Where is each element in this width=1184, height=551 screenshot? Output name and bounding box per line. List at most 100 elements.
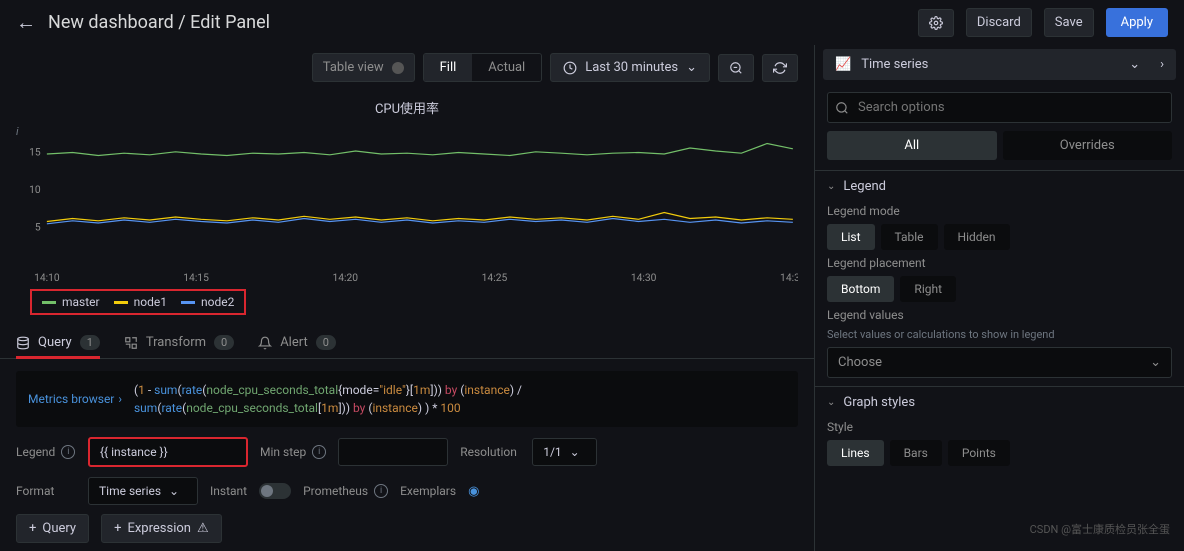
metrics-browser-link[interactable]: Metrics browser › bbox=[28, 381, 122, 417]
legend-values-label: Legend values bbox=[827, 308, 1172, 322]
page-title: New dashboard / Edit Panel bbox=[48, 12, 270, 33]
legend-item[interactable]: node2 bbox=[181, 295, 234, 309]
svg-text:14:15: 14:15 bbox=[183, 273, 209, 284]
legend-item[interactable]: master bbox=[42, 295, 100, 309]
legend-mode-label: Legend mode bbox=[827, 204, 1172, 218]
refresh-icon bbox=[773, 61, 787, 75]
tab-query-badge: 1 bbox=[80, 335, 100, 350]
table-view-label: Table view bbox=[323, 60, 384, 75]
chevron-right-icon: › bbox=[118, 392, 122, 406]
query-code-block[interactable]: Metrics browser › (1 - sum(rate(node_cpu… bbox=[16, 371, 798, 427]
warning-icon: ⚠ bbox=[197, 521, 209, 536]
actual-option[interactable]: Actual bbox=[472, 54, 541, 81]
svg-text:14:35: 14:35 bbox=[780, 273, 798, 284]
tab-overrides[interactable]: Overrides bbox=[1003, 131, 1173, 160]
eye-icon[interactable]: ◉ bbox=[468, 484, 479, 499]
tab-alert-badge: 0 bbox=[316, 335, 336, 350]
info-icon: i bbox=[16, 125, 19, 138]
legend-input[interactable] bbox=[88, 437, 248, 467]
radio-option-bottom[interactable]: Bottom bbox=[827, 276, 894, 302]
legend-values-select[interactable]: Choose⌄ bbox=[827, 347, 1172, 378]
search-icon bbox=[835, 101, 849, 115]
legend-values-desc: Select values or calculations to show in… bbox=[827, 328, 1172, 341]
radio-option-list[interactable]: List bbox=[827, 224, 875, 250]
add-expression-button[interactable]: +Expression ⚠ bbox=[101, 514, 222, 543]
tab-query-label: Query bbox=[38, 335, 72, 350]
discard-button[interactable]: Discard bbox=[966, 8, 1032, 37]
legend-label: Legendi bbox=[16, 445, 76, 459]
minstep-label: Min stepi bbox=[260, 445, 326, 459]
chevron-down-icon: ⌄ bbox=[686, 60, 697, 75]
line-chart[interactable]: 5101514:1014:1514:2014:2514:3014:35 bbox=[16, 125, 798, 285]
zoom-out-icon bbox=[729, 61, 743, 75]
plus-icon: + bbox=[114, 521, 121, 536]
settings-button[interactable] bbox=[918, 9, 954, 37]
legend-item[interactable]: node1 bbox=[114, 295, 167, 309]
radio-option-right[interactable]: Right bbox=[900, 276, 956, 302]
plus-icon: + bbox=[29, 521, 36, 536]
format-select[interactable]: Time series⌄ bbox=[88, 477, 198, 505]
svg-text:14:20: 14:20 bbox=[332, 273, 358, 284]
legend-text: master bbox=[62, 295, 100, 309]
search-options-input[interactable] bbox=[827, 92, 1172, 123]
clock-icon bbox=[563, 61, 577, 75]
svg-text:5: 5 bbox=[35, 223, 41, 234]
legend-swatch bbox=[181, 301, 195, 304]
tab-alert[interactable]: Alert 0 bbox=[258, 327, 336, 358]
legend-text: node2 bbox=[201, 295, 234, 309]
format-label: Format bbox=[16, 484, 76, 498]
database-icon bbox=[16, 336, 30, 350]
visualization-picker[interactable]: 📈 Time series ⌄ › bbox=[823, 49, 1176, 80]
tab-all[interactable]: All bbox=[827, 131, 997, 160]
time-range-label: Last 30 minutes bbox=[585, 60, 678, 75]
legend-text: node1 bbox=[134, 295, 167, 309]
tab-query[interactable]: Query 1 bbox=[16, 327, 100, 358]
tab-alert-label: Alert bbox=[280, 335, 308, 350]
refresh-button[interactable] bbox=[762, 54, 798, 82]
radio-option-bars[interactable]: Bars bbox=[890, 440, 942, 466]
graph-styles-section-header[interactable]: ⌄ Graph styles bbox=[827, 395, 1172, 410]
back-arrow-icon[interactable]: ← bbox=[16, 10, 36, 35]
info-circle-icon: i bbox=[312, 445, 326, 459]
svg-text:14:25: 14:25 bbox=[482, 273, 508, 284]
save-button[interactable]: Save bbox=[1044, 8, 1094, 37]
zoom-out-button[interactable] bbox=[718, 54, 754, 82]
prometheus-label: Prometheusi bbox=[303, 484, 388, 498]
query-code-text: (1 - sum(rate(node_cpu_seconds_total{mod… bbox=[134, 381, 522, 417]
table-view-toggle[interactable]: Table view bbox=[312, 53, 415, 82]
exemplars-label: Exemplars bbox=[400, 484, 456, 498]
transform-icon bbox=[124, 336, 138, 350]
graph-styles-section-title: Graph styles bbox=[843, 395, 915, 410]
switch-dot-icon bbox=[392, 62, 404, 74]
chevron-down-icon: ⌄ bbox=[169, 484, 179, 498]
tab-transform[interactable]: Transform 0 bbox=[124, 327, 234, 358]
tab-transform-label: Transform bbox=[146, 335, 206, 350]
chevron-down-icon: ⌄ bbox=[827, 181, 835, 192]
visualization-name: Time series bbox=[861, 57, 1119, 72]
radio-option-lines[interactable]: Lines bbox=[827, 440, 884, 466]
chart-icon: 📈 bbox=[835, 57, 851, 72]
gear-icon bbox=[929, 16, 943, 30]
fill-option[interactable]: Fill bbox=[424, 54, 473, 81]
chevron-down-icon: ⌄ bbox=[1129, 57, 1140, 72]
style-label: Style bbox=[827, 420, 1172, 434]
svg-text:14:30: 14:30 bbox=[631, 273, 657, 284]
legend-section-header[interactable]: ⌄ Legend bbox=[827, 179, 1172, 194]
legend-placement-label: Legend placement bbox=[827, 256, 1172, 270]
apply-button[interactable]: Apply bbox=[1106, 8, 1168, 37]
radio-option-table[interactable]: Table bbox=[881, 224, 938, 250]
fill-actual-toggle: Fill Actual bbox=[423, 53, 543, 82]
add-query-button[interactable]: +Query bbox=[16, 514, 89, 543]
instant-toggle[interactable] bbox=[259, 483, 291, 499]
resolution-select[interactable]: 1/1⌄ bbox=[532, 438, 597, 466]
chart-title: CPU使用率 bbox=[16, 98, 798, 117]
radio-option-points[interactable]: Points bbox=[948, 440, 1010, 466]
svg-text:15: 15 bbox=[29, 148, 41, 159]
svg-text:14:10: 14:10 bbox=[34, 273, 60, 284]
radio-option-hidden[interactable]: Hidden bbox=[944, 224, 1010, 250]
chevron-down-icon: ⌄ bbox=[1150, 355, 1161, 370]
info-circle-icon: i bbox=[61, 445, 75, 459]
bell-icon bbox=[258, 336, 272, 350]
minstep-input[interactable] bbox=[338, 438, 448, 466]
time-range-picker[interactable]: Last 30 minutes ⌄ bbox=[550, 53, 710, 82]
